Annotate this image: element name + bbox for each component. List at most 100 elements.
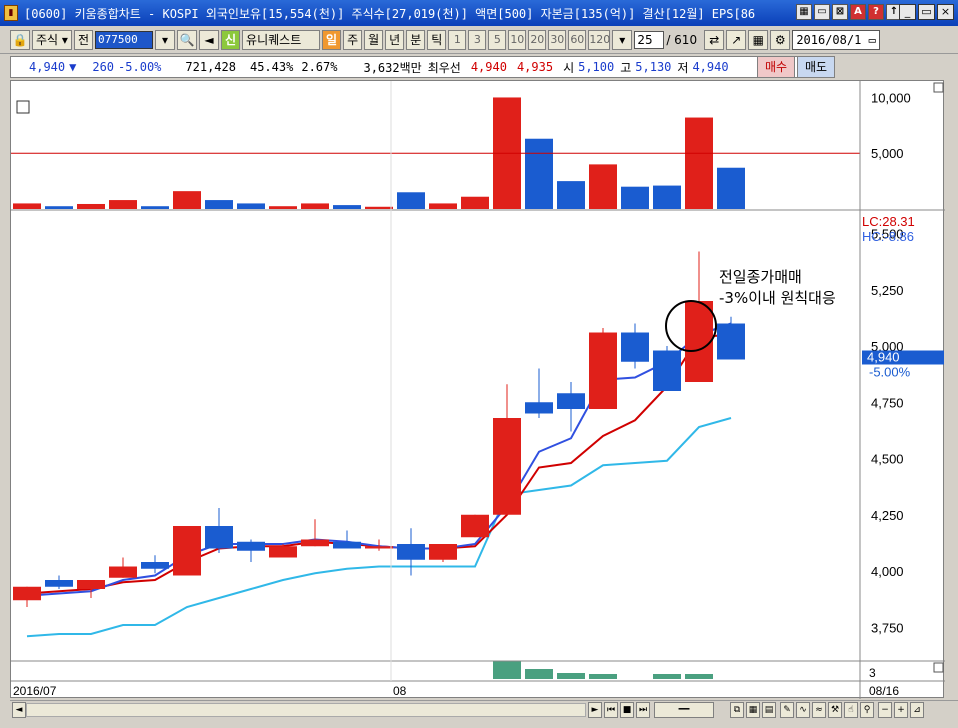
scroll-track[interactable] (26, 703, 586, 717)
interval-60[interactable]: 60 (568, 29, 587, 50)
x-label-mid: 08 (393, 684, 407, 698)
calendar-icon[interactable]: ▭ (869, 33, 876, 47)
sell-button[interactable]: 매도 (797, 56, 835, 78)
display-count-input[interactable]: 25 (634, 30, 665, 49)
date-value: 2016/08/1 (796, 32, 862, 47)
best-label: 최우선 (427, 60, 461, 75)
candle-body (45, 580, 73, 587)
zoom-in-icon[interactable]: + (894, 702, 908, 718)
volume-bar (301, 203, 329, 209)
close-icon[interactable]: × (937, 4, 954, 20)
chart-app-icon: ▮ (4, 5, 18, 21)
volume-bar (109, 200, 137, 209)
scroll-left-icon[interactable]: ◄ (12, 702, 26, 718)
volume-bar (557, 181, 585, 209)
annotation-line1: 전일종가매매 (719, 268, 802, 286)
volume-bar (621, 186, 649, 209)
candle-body (173, 526, 201, 576)
dropdown-icon[interactable]: ▾ (154, 29, 175, 50)
candle-body (301, 539, 329, 547)
expand-icon[interactable]: ⊿ (910, 702, 924, 718)
interval-120[interactable]: 120 (588, 29, 611, 50)
candle-body (653, 350, 681, 391)
volume-bar (45, 206, 73, 209)
candle-body (621, 332, 649, 362)
total-count: / 610 (666, 32, 698, 47)
annotation-line2: -3%이내 원칙대응 (719, 289, 836, 307)
zoom-out-icon[interactable]: − (878, 702, 892, 718)
hand-icon[interactable]: ☝ (844, 702, 858, 718)
main-toolbar: 🔒 주식 ▾ 전 077500 ▾ 🔍 ◄ 신 유니퀘스트 일 주 월 년 분 … (0, 26, 958, 54)
candle-body (685, 301, 713, 382)
stock-code-input[interactable]: 077500 (94, 30, 153, 49)
period-monthly[interactable]: 월 (364, 29, 384, 50)
volume-bar (13, 203, 41, 209)
candle-body (525, 402, 553, 414)
interval-3[interactable]: 3 (468, 29, 487, 50)
open-price: 5,100 (578, 60, 615, 74)
fib-icon[interactable]: ≈ (812, 702, 826, 718)
interval-1[interactable]: 1 (448, 29, 467, 50)
grid-icon[interactable]: ▦ (748, 29, 769, 50)
price-change: 260 (92, 60, 115, 74)
search-icon[interactable]: 🔍 (176, 29, 197, 50)
interval-dropdown-icon[interactable]: ▾ (612, 29, 633, 50)
period-tick[interactable]: 틱 (427, 29, 447, 50)
sub-panel-close-icon (933, 662, 944, 673)
candle-body (13, 586, 41, 601)
settings-icon[interactable]: ⚙ (770, 29, 791, 50)
window-icon[interactable]: ▭ (814, 4, 830, 20)
period-yearly[interactable]: 년 (385, 29, 405, 50)
layout-icon[interactable]: ▦ (796, 4, 812, 20)
stop-icon[interactable]: ■ (620, 702, 634, 718)
help-icon[interactable]: ? (868, 4, 884, 20)
candle-body (461, 514, 489, 538)
copy-icon[interactable]: ⧉ (730, 702, 744, 718)
period-weekly[interactable]: 주 (343, 29, 363, 50)
buy-button[interactable]: 매수 (757, 56, 795, 78)
alert-icon[interactable]: A (850, 4, 866, 20)
volume-bar (269, 206, 297, 209)
prev-button[interactable]: 전 (73, 29, 93, 50)
restore-icon[interactable]: ▭ (918, 4, 935, 20)
open-label: 시 (563, 60, 575, 75)
link-icon[interactable]: ⊠ (832, 4, 848, 20)
trend-icon[interactable]: ↗ (726, 29, 747, 50)
date-input[interactable]: 2016/08/1 ▭ (792, 29, 880, 50)
line-icon[interactable]: ∿ (796, 702, 810, 718)
interval-10[interactable]: 10 (508, 29, 527, 50)
title-bar: ▮ [0600] 키움종합차트 - KOSPI 외국인보유[15,554(천)]… (0, 0, 958, 26)
grid-toggle-icon[interactable]: ▦ (746, 702, 760, 718)
zoom-slider[interactable]: ━━ (654, 702, 714, 718)
period-daily[interactable]: 일 (322, 29, 342, 50)
price-change-pct: -5.00% (118, 60, 162, 74)
draw-icon[interactable]: ✎ (780, 702, 794, 718)
price-axis-label: 3,750 (871, 620, 904, 635)
indicator-bar (557, 673, 585, 679)
stock-chart[interactable]: 10,0005,000 5,5005,2505,0004,7504,5004,2… (11, 81, 945, 699)
scroll-right-icon[interactable]: ► (588, 702, 602, 718)
price-axis-label: 4,250 (871, 508, 904, 523)
chart-scrollbar[interactable]: ◄ ► ⏮ ■ ⏭ ━━ ⧉ ▦ ▤ ✎ ∿ ≈ ⚒ ☝ ⚲ − + ⊿ (10, 700, 958, 720)
zoom-icon[interactable]: ⚲ (860, 702, 874, 718)
new-button[interactable]: 신 (220, 29, 241, 50)
interval-5[interactable]: 5 (488, 29, 507, 50)
panel-close-icon (933, 82, 944, 93)
speaker-icon[interactable]: ◄ (198, 29, 219, 50)
candle-body (237, 541, 265, 551)
market-select[interactable]: 주식 ▾ (32, 29, 72, 50)
chart-area[interactable]: 10,000 5,000 5,500 5,250 5,000 4,750 4,500 4,2… (10, 80, 945, 699)
last-page-icon[interactable]: ⏭ (636, 702, 650, 718)
interval-20[interactable]: 20 (528, 29, 547, 50)
tools-icon[interactable]: ⚒ (828, 702, 842, 718)
period-minute[interactable]: 분 (406, 29, 426, 50)
price-axis-label: 4,000 (871, 564, 904, 579)
lock-icon[interactable]: 🔒 (10, 29, 30, 50)
minimize-icon[interactable]: _ (899, 4, 916, 20)
interval-30[interactable]: 30 (548, 29, 567, 50)
layout-toggle-icon[interactable]: ▤ (762, 702, 776, 718)
first-page-icon[interactable]: ⏮ (604, 702, 618, 718)
market-select-label: 주식 (36, 32, 59, 47)
ma-blue-line (26, 322, 732, 597)
arrows-icon[interactable]: ⇄ (704, 29, 725, 50)
